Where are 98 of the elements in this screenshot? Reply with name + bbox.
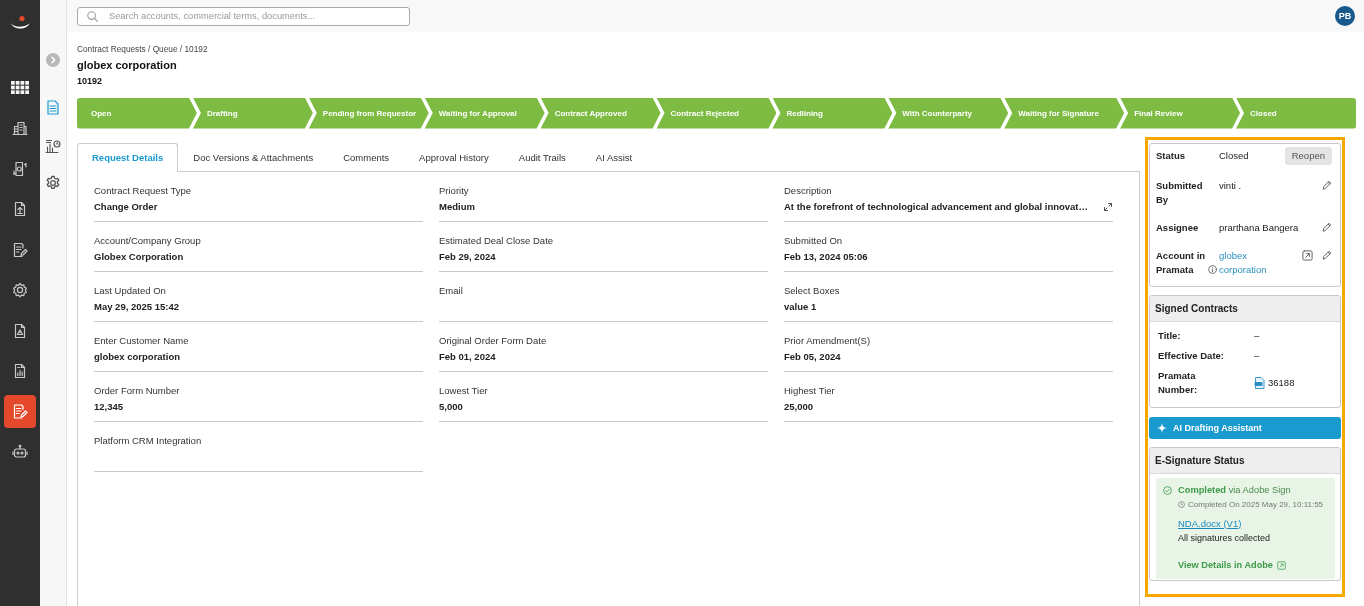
- field-value: 12,345: [94, 399, 124, 414]
- tab[interactable]: Audit Trails: [503, 142, 581, 171]
- sparkle-icon: [1157, 422, 1167, 433]
- app-logo[interactable]: [9, 15, 31, 31]
- badge-icon[interactable]: [12, 282, 28, 298]
- grid-icon[interactable]: [11, 81, 29, 94]
- field-label: Contract Request Type: [94, 184, 191, 197]
- completed-timestamp: Completed On 2025 May 29, 10:11:55: [1188, 498, 1324, 510]
- field-value: Medium: [439, 199, 475, 214]
- field-label: Estimated Deal Close Date: [439, 234, 554, 247]
- field-label: Email: [439, 284, 463, 297]
- external-link-icon: [1276, 560, 1286, 570]
- summary-value: vinti .: [1219, 179, 1242, 191]
- contract-number: 36188: [1268, 375, 1295, 390]
- document-upload-icon[interactable]: [12, 201, 28, 217]
- field-value: Feb 13, 2024 05:06: [784, 249, 868, 264]
- field-value: 5,000: [439, 399, 463, 414]
- search-icon: [87, 10, 98, 22]
- field-label: Enter Customer Name: [94, 334, 189, 347]
- info-icon[interactable]: [1208, 265, 1217, 274]
- expand-icon[interactable]: [1103, 201, 1113, 212]
- section-header: Signed Contracts: [1150, 295, 1340, 322]
- pipeline-stage: Redlining: [772, 97, 893, 129]
- summary-label: Assignee: [1156, 220, 1199, 235]
- chart-icon[interactable]: [45, 137, 61, 153]
- field-value: Globex Corporation: [94, 249, 184, 264]
- field-label: Submitted On: [784, 234, 843, 247]
- pipeline-stage: Contract Rejected: [656, 97, 777, 129]
- account-link[interactable]: globex corporation: [1219, 248, 1279, 277]
- field-label: Priority: [439, 184, 469, 197]
- tab[interactable]: Doc Versions & Attachments: [178, 142, 329, 171]
- status-value: Closed: [1219, 149, 1249, 161]
- check-circle-icon: [1163, 485, 1172, 495]
- contract-label: Pramata Number:: [1158, 368, 1199, 397]
- document-edit-icon[interactable]: [4, 395, 36, 428]
- field-value: At the forefront of technological advancement and global innovat…: [784, 199, 1089, 214]
- field-label: Lowest Tier: [439, 384, 488, 397]
- field-label: Account/Company Group: [94, 234, 201, 247]
- tab[interactable]: Comments: [328, 142, 405, 171]
- tab[interactable]: AI Assist: [580, 142, 648, 171]
- tab[interactable]: Approval History: [404, 142, 504, 171]
- contract-value: –: [1254, 328, 1260, 343]
- signature-note: All signatures collected: [1178, 531, 1271, 545]
- pipeline-stage: Open: [77, 97, 197, 129]
- document-warning-icon[interactable]: [12, 322, 28, 339]
- pipeline-stage: Pending from Requestor: [308, 97, 429, 129]
- field-value: Feb 01, 2024: [439, 349, 496, 364]
- contract-label: Title:: [1158, 328, 1182, 343]
- pipeline-stage: Drafting: [192, 97, 313, 129]
- document-edit-icon[interactable]: [12, 241, 28, 258]
- clock-icon: [1178, 500, 1185, 508]
- field-value: value 1: [784, 299, 817, 314]
- pipeline-stage: Final Review: [1120, 97, 1241, 129]
- field-label: Description: [784, 184, 832, 197]
- document-chart-icon[interactable]: [12, 363, 28, 379]
- pencil-icon[interactable]: [1322, 221, 1332, 232]
- request-number: 10192: [77, 74, 103, 87]
- field-label: Last Updated On: [94, 284, 166, 297]
- field-value: Feb 29, 2024: [439, 249, 496, 264]
- field-label: Select Boxes: [784, 284, 840, 297]
- field-label: Highest Tier: [784, 384, 835, 397]
- summary-value: prarthana Bangera: [1219, 221, 1299, 233]
- signature-status: Completed via Adobe Sign: [1178, 483, 1291, 497]
- avatar[interactable]: PB: [1335, 6, 1355, 26]
- field-value: Change Order: [94, 199, 158, 214]
- external-link-icon[interactable]: [1302, 249, 1313, 261]
- summary-label: Account in Pramata: [1156, 248, 1206, 277]
- pipeline-stage: Waiting for Signature: [1004, 97, 1125, 129]
- document-icon[interactable]: [47, 99, 59, 115]
- pipeline-stage: Waiting for Approval: [424, 97, 545, 129]
- field-label: Order Form Number: [94, 384, 180, 397]
- settings-icon[interactable]: [45, 175, 61, 191]
- search-field[interactable]: Search accounts, commercial terms, documents...: [77, 6, 410, 26]
- pencil-icon[interactable]: [1322, 249, 1332, 260]
- field-label: Original Order Form Date: [439, 334, 547, 347]
- pencil-icon[interactable]: [1322, 179, 1332, 190]
- page-title: globex corporation: [77, 58, 177, 73]
- robot-icon[interactable]: [12, 444, 28, 460]
- document-coin-icon[interactable]: [12, 160, 28, 177]
- contract-value: –: [1254, 348, 1260, 363]
- pipeline-stage: Contract Approved: [540, 97, 661, 129]
- field-value: globex corporation: [94, 349, 181, 364]
- field-label: Prior Amendment(S): [784, 334, 871, 347]
- pipeline-stage: With Counterparty: [888, 97, 1009, 129]
- document-link[interactable]: NDA.docx (V1): [1178, 516, 1242, 530]
- building-icon[interactable]: [12, 120, 28, 136]
- reopen-button[interactable]: Reopen: [1284, 146, 1332, 165]
- field-label: Platform CRM Integration: [94, 434, 202, 447]
- file-icon[interactable]: [1254, 376, 1265, 389]
- pipeline-stage: Closed: [1236, 97, 1356, 129]
- contract-label: Effective Date:: [1158, 348, 1225, 363]
- field-value: May 29, 2025 15:42: [94, 299, 180, 314]
- summary-label: Status: [1156, 148, 1186, 163]
- section-header: E-Signature Status: [1150, 447, 1340, 474]
- field-value: 25,000: [784, 399, 814, 414]
- field-value: Feb 05, 2024: [784, 349, 841, 364]
- summary-label: Submitted By: [1156, 178, 1204, 207]
- breadcrumb: Contract Requests / Queue / 10192: [77, 44, 208, 54]
